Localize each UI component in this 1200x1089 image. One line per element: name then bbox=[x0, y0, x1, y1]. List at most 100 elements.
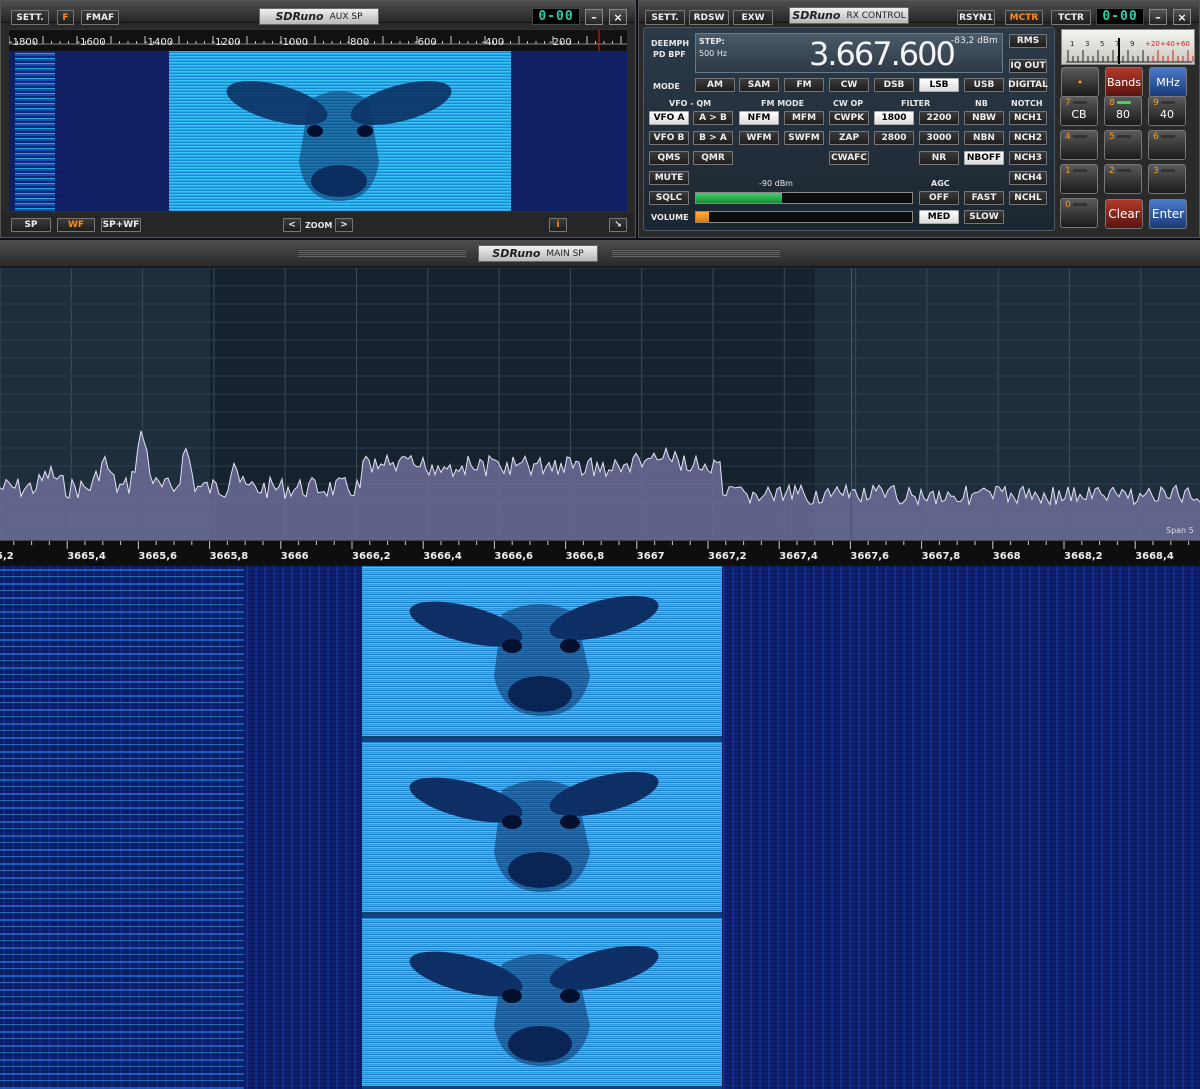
digital-button[interactable]: DIGITAL bbox=[1008, 78, 1048, 92]
aux-fmaf-button[interactable]: FMAF bbox=[81, 10, 119, 25]
keypad-key-number: 9 bbox=[1153, 98, 1159, 108]
keypad-key-9[interactable]: 9 40 bbox=[1148, 96, 1186, 126]
agc-off-button[interactable]: OFF bbox=[919, 191, 959, 205]
vfo-b-button[interactable]: VFO B bbox=[649, 131, 689, 145]
keypad-key-6[interactable]: 6 bbox=[1148, 130, 1186, 160]
cwafc-button[interactable]: CWAFC bbox=[829, 151, 869, 165]
nbn-button[interactable]: NBN bbox=[964, 131, 1004, 145]
keypad-key-8[interactable]: 8 80 bbox=[1104, 96, 1142, 126]
vfo-a-button[interactable]: VFO A bbox=[649, 111, 689, 125]
a-to-b-button[interactable]: A > B bbox=[693, 111, 733, 125]
keypad-dot-button[interactable]: • bbox=[1061, 67, 1099, 97]
waterfall-image-band bbox=[362, 566, 722, 1089]
nch1-button[interactable]: NCH1 bbox=[1009, 111, 1047, 125]
filter-2800-button[interactable]: 2800 bbox=[874, 131, 914, 145]
keypad-key-3[interactable]: 3 bbox=[1148, 164, 1186, 194]
exw-button[interactable]: EXW bbox=[733, 10, 773, 25]
agc-med-button[interactable]: MED bbox=[919, 210, 959, 224]
keypad-key-number: 7 bbox=[1065, 98, 1071, 108]
info-button[interactable]: i bbox=[549, 218, 567, 232]
mute-button[interactable]: MUTE bbox=[649, 171, 689, 185]
filter-1800-button[interactable]: 1800 bbox=[874, 111, 914, 125]
main-frequency-scale: 5,2 3665,4 3665,6 3665,8 3666 3666,2 3666,4 366… bbox=[0, 540, 1200, 566]
aux-scale-label: -1200 bbox=[211, 37, 241, 48]
volume-slider[interactable] bbox=[695, 211, 913, 223]
aux-close-button[interactable]: × bbox=[609, 9, 627, 25]
keypad-key-1[interactable]: 1 bbox=[1060, 164, 1098, 194]
rsyn1-button[interactable]: RSYN1 bbox=[957, 10, 995, 25]
aux-scale-label: -1600 bbox=[76, 37, 106, 48]
nch3-button[interactable]: NCH3 bbox=[1009, 151, 1047, 165]
nbw-button[interactable]: NBW bbox=[964, 111, 1004, 125]
rdsw-button[interactable]: RDSW bbox=[689, 10, 729, 25]
keypad-key-led bbox=[1117, 169, 1131, 172]
agc-fast-button[interactable]: FAST bbox=[964, 191, 1004, 205]
keypad-key-number: 6 bbox=[1153, 132, 1159, 142]
rx-minimize-button[interactable]: – bbox=[1149, 9, 1167, 25]
mhz-button[interactable]: MHz bbox=[1149, 67, 1187, 97]
zap-button[interactable]: ZAP bbox=[829, 131, 869, 145]
keypad-key-7[interactable]: 7 CB bbox=[1060, 96, 1098, 126]
aux-sp-wf-button[interactable]: SP+WF bbox=[101, 218, 141, 232]
clear-button[interactable]: Clear bbox=[1105, 199, 1143, 229]
b-to-a-button[interactable]: B > A bbox=[693, 131, 733, 145]
agc-slow-button[interactable]: SLOW bbox=[964, 210, 1004, 224]
aux-wf-button[interactable]: WF bbox=[57, 218, 95, 232]
frequency-tick-label: 3665,6 bbox=[138, 551, 177, 562]
mode-dsb-button[interactable]: DSB bbox=[874, 78, 914, 92]
sqlc-button[interactable]: SQLC bbox=[649, 191, 689, 205]
iq-out-button[interactable]: IQ OUT bbox=[1009, 59, 1047, 73]
aux-sp-panel: SETT. F FMAF SDRuno AUX SP 0-00 – × -1800… bbox=[0, 0, 636, 238]
nch4-button[interactable]: NCH4 bbox=[1009, 171, 1047, 185]
aux-minimize-button[interactable]: – bbox=[585, 9, 603, 25]
step-value: 500 Hz bbox=[699, 49, 728, 58]
nfm-button[interactable]: NFM bbox=[739, 111, 779, 125]
keypad-key-4[interactable]: 4 bbox=[1060, 130, 1098, 160]
enter-button[interactable]: Enter bbox=[1149, 199, 1187, 229]
frequency-tick-label: 3666,6 bbox=[494, 551, 533, 562]
frequency-readout: 3.667.600 bbox=[809, 35, 956, 73]
nr-button[interactable]: NR bbox=[919, 151, 959, 165]
nchl-button[interactable]: NCHL bbox=[1009, 191, 1047, 205]
swfm-button[interactable]: SWFM bbox=[784, 131, 824, 145]
mfm-button[interactable]: MFM bbox=[784, 111, 824, 125]
qms-button[interactable]: QMS bbox=[649, 151, 689, 165]
deemph-label: DEEMPH bbox=[651, 39, 690, 48]
s-meter-scale-label: 3 bbox=[1085, 40, 1090, 48]
mode-usb-button[interactable]: USB bbox=[964, 78, 1004, 92]
mode-fm-button[interactable]: FM bbox=[784, 78, 824, 92]
tctr-button[interactable]: TCTR bbox=[1051, 10, 1091, 25]
squelch-slider[interactable] bbox=[695, 192, 913, 204]
aux-waterfall bbox=[9, 51, 627, 211]
zoom-in-button[interactable]: > bbox=[335, 218, 353, 232]
mctr-button[interactable]: MCTR bbox=[1005, 10, 1043, 25]
rx-settings-button[interactable]: SETT. bbox=[645, 10, 685, 25]
keypad-key-0[interactable]: 0 bbox=[1060, 198, 1098, 228]
frequency-tick-label: 3666,8 bbox=[565, 551, 605, 562]
s-meter-scale-label: 1 bbox=[1070, 40, 1075, 48]
aux-settings-button[interactable]: SETT. bbox=[11, 10, 49, 25]
keypad-key-5[interactable]: 5 bbox=[1104, 130, 1142, 160]
mode-am-button[interactable]: AM bbox=[695, 78, 735, 92]
filter-2200-button[interactable]: 2200 bbox=[919, 111, 959, 125]
resize-button[interactable]: ↘ bbox=[609, 218, 627, 232]
rx-close-button[interactable]: × bbox=[1173, 9, 1191, 25]
nboff-button[interactable]: NBOFF bbox=[964, 151, 1004, 165]
aux-f-button[interactable]: F bbox=[57, 10, 74, 25]
bands-button[interactable]: Bands bbox=[1105, 67, 1143, 97]
wfm-button[interactable]: WFM bbox=[739, 131, 779, 145]
qmr-button[interactable]: QMR bbox=[693, 151, 733, 165]
keypad-key-led bbox=[1117, 135, 1131, 138]
aux-sp-button[interactable]: SP bbox=[11, 218, 51, 232]
mode-sam-button[interactable]: SAM bbox=[739, 78, 779, 92]
filter-3000-button[interactable]: 3000 bbox=[919, 131, 959, 145]
spectrum-tuning-line[interactable] bbox=[851, 268, 852, 540]
keypad-key-2[interactable]: 2 bbox=[1104, 164, 1142, 194]
cwpk-button[interactable]: CWPK bbox=[829, 111, 869, 125]
mode-cw-button[interactable]: CW bbox=[829, 78, 869, 92]
zoom-out-button[interactable]: < bbox=[283, 218, 301, 232]
mode-lsb-button[interactable]: LSB bbox=[919, 78, 959, 92]
rms-button[interactable]: RMS bbox=[1009, 34, 1047, 48]
nch2-button[interactable]: NCH2 bbox=[1009, 131, 1047, 145]
keypad-key-label: 40 bbox=[1160, 107, 1174, 121]
